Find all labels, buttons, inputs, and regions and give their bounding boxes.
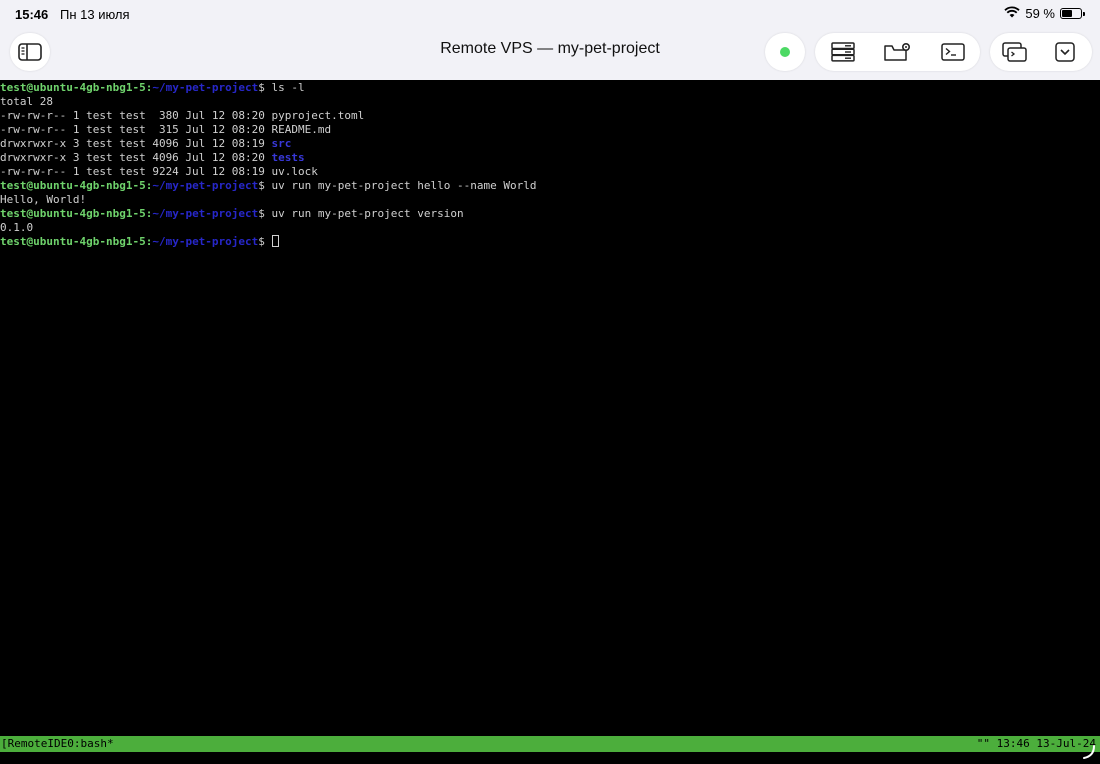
file-meta: -rw-rw-r-- 1 test test 9224 Jul 12 08:19 <box>0 165 265 178</box>
server-icon <box>830 42 855 62</box>
output-line: 0.1.0 <box>0 221 34 234</box>
file-meta: drwxrwxr-x 3 test test 4096 Jul 12 08:19 <box>0 137 265 150</box>
terminal-button[interactable] <box>925 33 980 71</box>
servers-button[interactable] <box>815 33 870 71</box>
toolbar-group-windows <box>990 33 1092 71</box>
command: uv run my-pet-project version <box>271 207 464 220</box>
file-name: uv.lock <box>271 165 318 178</box>
status-time: 15:46 <box>15 7 49 22</box>
prompt-user: test@ubuntu-4gb-nbg1-5 <box>0 207 146 220</box>
file-name: pyproject.toml <box>271 109 365 122</box>
terminal-view[interactable]: test@ubuntu-4gb-nbg1-5:~/my-pet-project$… <box>0 80 1100 736</box>
windows-button[interactable] <box>990 33 1040 71</box>
terminal-cursor <box>271 235 279 247</box>
terminal-output: test@ubuntu-4gb-nbg1-5:~/my-pet-project$… <box>0 81 537 248</box>
wifi-icon <box>1004 6 1020 21</box>
app-toolbar: Remote VPS — my-pet-project <box>0 30 1100 80</box>
ios-status-bar: 15:46 Пн 13 июля 59 % <box>0 0 1100 30</box>
terminal-icon <box>940 43 965 61</box>
file-meta: -rw-rw-r-- 1 test test 380 Jul 12 08:20 <box>0 109 265 122</box>
windows-icon <box>1002 42 1027 62</box>
dir-name: tests <box>271 151 305 164</box>
prompt-user: test@ubuntu-4gb-nbg1-5 <box>0 81 146 94</box>
resize-handle-icon[interactable] <box>1082 744 1096 760</box>
status-right: 59 % <box>1004 6 1085 21</box>
battery-icon <box>1060 8 1085 19</box>
tmux-session-label: [RemoteIDE0:bash* <box>1 737 114 750</box>
toolbar-group-main <box>815 33 980 71</box>
command: ls -l <box>271 81 305 94</box>
connection-status-dot <box>780 47 790 57</box>
command: uv run my-pet-project hello --name World <box>271 179 537 192</box>
chevron-down-icon <box>1055 42 1075 62</box>
prompt-path: ~/my-pet-project <box>152 81 259 94</box>
output-line: Hello, World! <box>0 193 87 206</box>
file-settings-button[interactable] <box>870 33 925 71</box>
file-name: README.md <box>271 123 332 136</box>
connection-status-button[interactable] <box>765 33 805 71</box>
tmux-status-bar: [RemoteIDE0:bash* "" 13:46 13-Jul-24 <box>0 736 1100 752</box>
prompt-path: ~/my-pet-project <box>152 235 259 248</box>
prompt-user: test@ubuntu-4gb-nbg1-5 <box>0 235 146 248</box>
prompt-path: ~/my-pet-project <box>152 207 259 220</box>
battery-fill <box>1062 10 1072 17</box>
file-meta: drwxrwxr-x 3 test test 4096 Jul 12 08:20 <box>0 151 265 164</box>
output-line: total 28 <box>0 95 53 108</box>
folder-settings-icon <box>883 42 910 61</box>
battery-percent: 59 % <box>1025 6 1055 21</box>
status-date: Пн 13 июля <box>60 7 130 22</box>
tmux-clock: "" 13:46 13-Jul-24 <box>976 737 1096 750</box>
prompt-path: ~/my-pet-project <box>152 179 259 192</box>
menu-button[interactable] <box>1040 33 1090 71</box>
prompt-user: test@ubuntu-4gb-nbg1-5 <box>0 179 146 192</box>
file-meta: -rw-rw-r-- 1 test test 315 Jul 12 08:20 <box>0 123 265 136</box>
bottom-bar <box>0 745 1100 764</box>
dir-name: src <box>271 137 292 150</box>
